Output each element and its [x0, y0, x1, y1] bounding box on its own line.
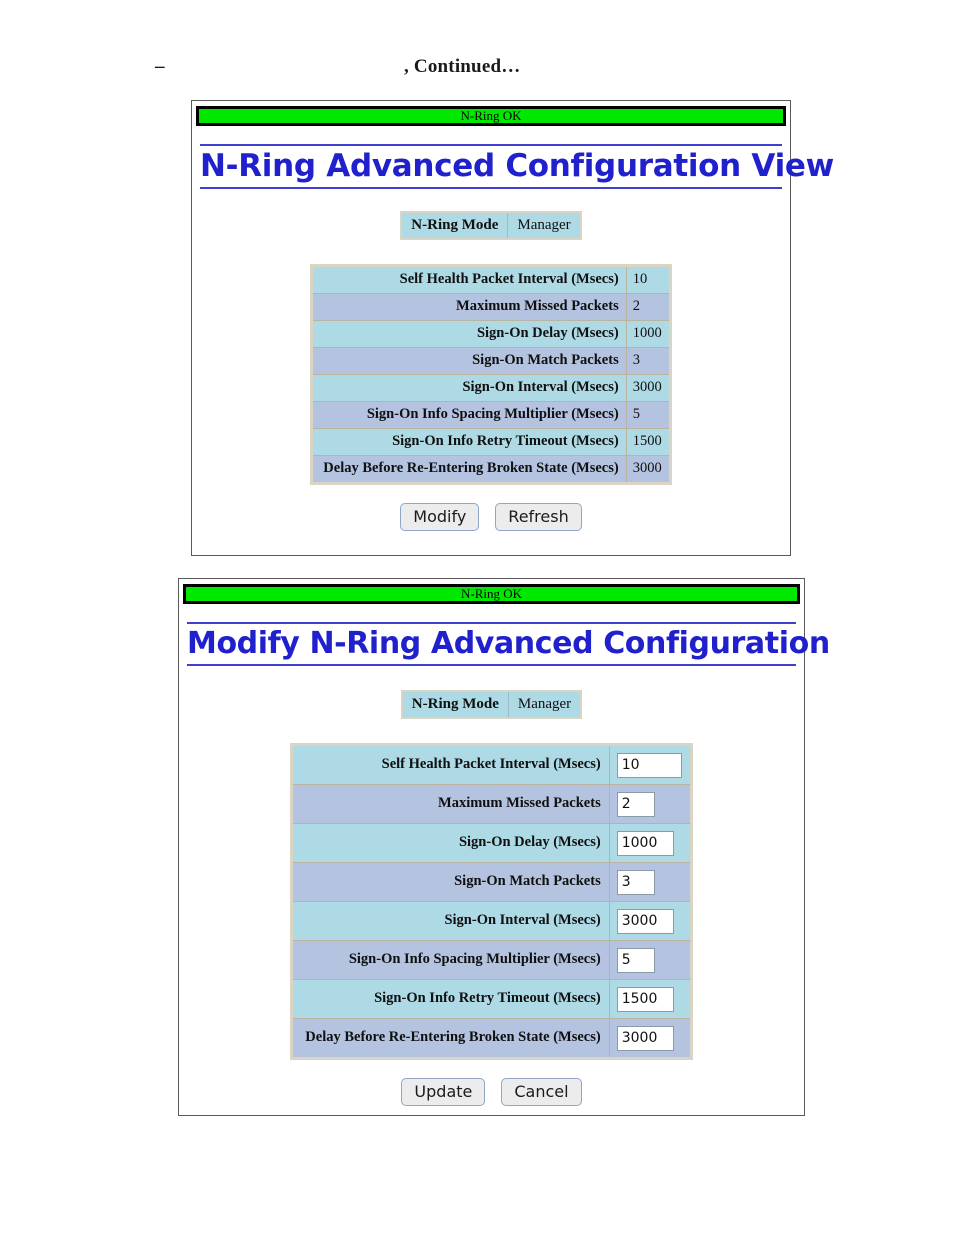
refresh-button[interactable]: Refresh	[495, 503, 582, 531]
table-row: Delay Before Re-Entering Broken State (M…	[291, 1018, 692, 1059]
config-label: Sign-On Info Spacing Multiplier (Msecs)	[291, 940, 610, 980]
config-value: 1500	[625, 428, 671, 456]
config-value: 2	[625, 293, 671, 321]
advanced-configuration-form-table: Self Health Packet Interval (Msecs)Maxim…	[290, 743, 693, 1060]
config-label: Sign-On Info Retry Timeout (Msecs)	[291, 979, 610, 1019]
table-row: N-Ring Mode Manager	[400, 211, 582, 240]
config-label: Sign-On Interval (Msecs)	[311, 374, 627, 402]
table-row: Sign-On Interval (Msecs)	[291, 901, 692, 941]
config-label: Self Health Packet Interval (Msecs)	[311, 265, 627, 294]
config-value: 3000	[625, 455, 671, 484]
table-row: Sign-On Info Retry Timeout (Msecs)	[291, 979, 692, 1019]
config-label: Delay Before Re-Entering Broken State (M…	[291, 1018, 610, 1059]
heading-area-modify: Modify N-Ring Advanced Configuration	[179, 622, 830, 666]
config-input[interactable]	[616, 1025, 674, 1051]
config-label: Sign-On Interval (Msecs)	[291, 901, 610, 941]
table-row: Sign-On Match Packets	[291, 862, 692, 902]
n-ring-mode-value: Manager	[507, 211, 582, 240]
config-value: 3000	[625, 374, 671, 402]
config-value: 3	[625, 347, 671, 375]
config-label: Sign-On Info Retry Timeout (Msecs)	[311, 428, 627, 456]
n-ring-mode-table-modify: N-Ring Mode Manager	[400, 690, 583, 719]
config-input[interactable]	[616, 791, 655, 817]
config-field-cell	[608, 979, 692, 1019]
table-row: Self Health Packet Interval (Msecs) 10	[311, 265, 671, 294]
config-field-cell	[608, 940, 692, 980]
table-body: Self Health Packet Interval (Msecs) 10 Max…	[311, 265, 671, 484]
config-field-cell	[608, 823, 692, 863]
config-field-cell	[608, 901, 692, 941]
page-title-modify[interactable]: Modify N-Ring Advanced Configuration	[187, 622, 830, 666]
modify-button[interactable]: Modify	[400, 503, 480, 531]
config-input[interactable]	[616, 869, 655, 895]
update-button[interactable]: Update	[401, 1078, 486, 1106]
table-row: Sign-On Match Packets 3	[311, 347, 671, 375]
config-value: 5	[625, 401, 671, 429]
config-label: Maximum Missed Packets	[291, 784, 610, 824]
config-input[interactable]	[616, 908, 674, 934]
config-field-cell	[608, 784, 692, 824]
header-dash: –	[155, 56, 165, 77]
config-field-cell	[608, 1018, 692, 1059]
cancel-button[interactable]: Cancel	[501, 1078, 582, 1106]
config-label: Self Health Packet Interval (Msecs)	[291, 744, 610, 785]
config-label: Sign-On Delay (Msecs)	[291, 823, 610, 863]
table-row: Sign-On Info Spacing Multiplier (Msecs) 5	[311, 401, 671, 429]
config-label: Sign-On Match Packets	[311, 347, 627, 375]
config-value: 1000	[625, 320, 671, 348]
n-ring-mode-value: Manager	[507, 690, 582, 719]
button-bar-view: Modify Refresh	[192, 503, 790, 531]
config-input[interactable]	[616, 947, 655, 973]
advanced-configuration-table-view: Self Health Packet Interval (Msecs) 10 Max…	[310, 264, 672, 485]
status-bar-text: N-Ring OK	[460, 108, 522, 123]
document-running-header: – , Continued…	[0, 56, 954, 86]
config-label: Delay Before Re-Entering Broken State (M…	[311, 455, 627, 484]
n-ring-mode-label: N-Ring Mode	[400, 211, 509, 240]
n-ring-mode-block-view: N-Ring Mode Manager	[192, 211, 790, 240]
page-title-view[interactable]: N-Ring Advanced Configuration View	[200, 144, 834, 189]
config-field-cell	[608, 862, 692, 902]
heading-area-view: N-Ring Advanced Configuration View	[192, 144, 834, 189]
status-bar-modify: N-Ring OK	[183, 584, 800, 604]
table-row: Sign-On Delay (Msecs)	[291, 823, 692, 863]
table-row: Self Health Packet Interval (Msecs)	[291, 744, 692, 785]
config-value: 10	[625, 265, 671, 294]
modify-n-ring-advanced-configuration-panel: N-Ring OK Modify N-Ring Advanced Configu…	[178, 578, 830, 1116]
n-ring-mode-label: N-Ring Mode	[401, 690, 509, 719]
button-bar-modify: Update Cancel	[179, 1078, 804, 1106]
table-row: Maximum Missed Packets	[291, 784, 692, 824]
table-row: N-Ring Mode Manager	[401, 690, 582, 719]
n-ring-mode-table-view: N-Ring Mode Manager	[400, 211, 582, 240]
config-input[interactable]	[616, 830, 674, 856]
table-row: Sign-On Delay (Msecs) 1000	[311, 320, 671, 348]
config-input[interactable]	[616, 752, 682, 778]
header-continued-label: , Continued…	[404, 56, 521, 77]
config-label: Maximum Missed Packets	[311, 293, 627, 321]
config-field-cell	[608, 744, 692, 785]
n-ring-mode-block-modify: N-Ring Mode Manager	[179, 690, 804, 719]
table-row: Sign-On Interval (Msecs) 3000	[311, 374, 671, 402]
status-bar-view: N-Ring OK	[196, 106, 786, 126]
table-row: Delay Before Re-Entering Broken State (M…	[311, 455, 671, 484]
table-row: Maximum Missed Packets 2	[311, 293, 671, 321]
status-bar-text: N-Ring OK	[460, 586, 523, 601]
config-label: Sign-On Delay (Msecs)	[311, 320, 627, 348]
config-label: Sign-On Info Spacing Multiplier (Msecs)	[311, 401, 627, 429]
config-input[interactable]	[616, 986, 674, 1012]
table-body: Self Health Packet Interval (Msecs)Maxim…	[291, 744, 692, 1059]
config-label: Sign-On Match Packets	[291, 862, 610, 902]
n-ring-advanced-configuration-view-panel: N-Ring OK N-Ring Advanced Configuration …	[191, 100, 834, 556]
table-row: Sign-On Info Spacing Multiplier (Msecs)	[291, 940, 692, 980]
table-row: Sign-On Info Retry Timeout (Msecs) 1500	[311, 428, 671, 456]
